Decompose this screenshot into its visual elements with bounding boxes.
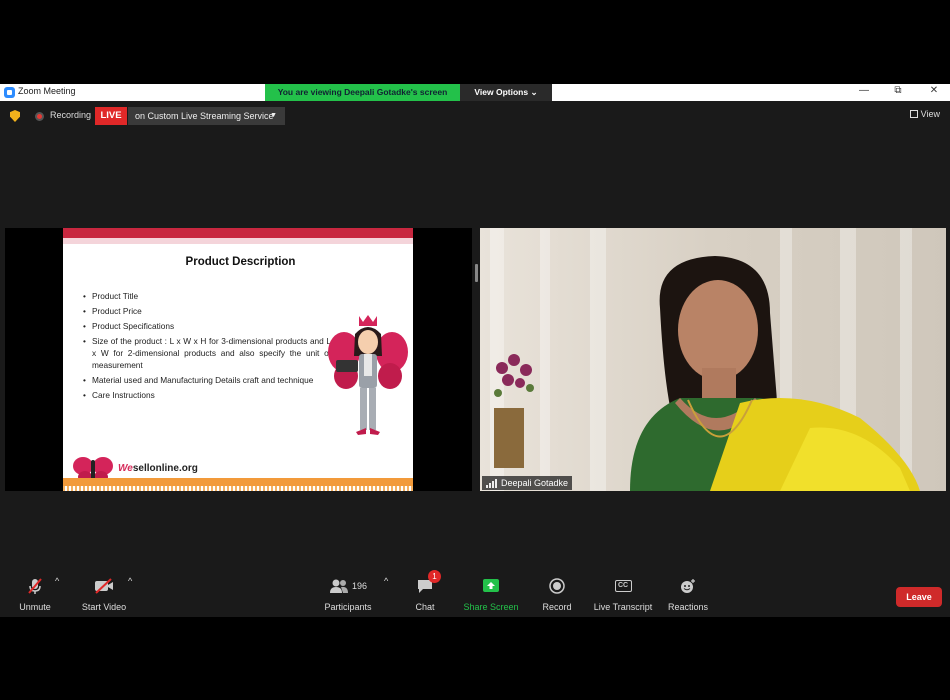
participant-video-feed (480, 228, 946, 491)
bullet-item: Product Specifications (83, 320, 331, 332)
participants-label: Participants (324, 602, 372, 612)
participant-name-label: Deepali Gotadke (482, 476, 573, 490)
website-prefix: We (118, 463, 133, 474)
closed-caption-icon: CC (614, 580, 632, 592)
cartoon-woman-illustration (328, 315, 408, 435)
reactions-smiley-icon (681, 579, 695, 593)
record-icon (549, 578, 565, 594)
participant-name: Deepali Gotadke (501, 478, 569, 488)
restore-button[interactable]: ⧉ (888, 85, 908, 96)
stream-service-label: on Custom Live Streaming Service (135, 111, 274, 121)
slide-bullet-list: Product Title Product Price Product Spec… (83, 290, 331, 404)
chat-unread-badge: 1 (428, 570, 441, 583)
view-button[interactable]: View (909, 109, 940, 119)
participants-button[interactable]: 196 Participants (322, 576, 374, 612)
unmute-button[interactable]: Unmute (12, 576, 58, 612)
window-title: Zoom Meeting (18, 86, 76, 96)
start-video-button[interactable]: Start Video (76, 576, 132, 612)
view-label: View (920, 109, 940, 119)
live-stream-dropdown[interactable]: on Custom Live Streaming Service ▼ (128, 107, 285, 125)
participants-options-chevron-icon[interactable]: ^ (384, 576, 388, 586)
title-bar: Zoom Meeting You are viewing Deepali Got… (0, 84, 950, 101)
chat-button[interactable]: 1 Chat (410, 570, 441, 612)
split-view-handle[interactable] (475, 264, 478, 282)
record-button[interactable]: Record (540, 576, 574, 612)
minimize-button[interactable]: — (854, 85, 874, 96)
recording-label: Recording (50, 110, 92, 120)
share-screen-icon (483, 579, 499, 592)
chat-label: Chat (415, 602, 435, 612)
bullet-item: Product Price (83, 305, 331, 317)
presentation-slide: Product Description Product Title Produc… (63, 228, 413, 491)
bullet-item: Product Title (83, 290, 331, 302)
bullet-item: Material used and Manufacturing Details … (83, 374, 331, 386)
gallery-view-icon (909, 110, 918, 118)
participants-icon (329, 579, 348, 593)
bullet-item: Care Instructions (83, 389, 331, 401)
video-off-icon (95, 578, 113, 594)
record-label: Record (542, 602, 572, 612)
live-badge: LIVE (95, 107, 127, 125)
reactions-button[interactable]: Reactions (666, 576, 710, 612)
leave-button[interactable]: Leave (896, 587, 942, 607)
view-options-button[interactable]: View Options ⌄ (460, 84, 552, 101)
slide-footer-stripes (63, 486, 413, 491)
muted-microphone-icon (28, 578, 42, 594)
live-transcript-button[interactable]: CC Live Transcript (590, 576, 656, 612)
slide-footer-bar (63, 478, 413, 486)
viewing-message: You are viewing Deepali Gotadke's screen (265, 84, 460, 101)
website-url: Wesellonline.org (118, 463, 198, 474)
security-shield-icon[interactable] (10, 110, 20, 122)
slide-header-strip (63, 238, 413, 244)
viewing-banner: You are viewing Deepali Gotadke's screen… (265, 84, 552, 101)
shared-screen: Product Description Product Title Produc… (5, 228, 472, 491)
reactions-label: Reactions (667, 602, 709, 612)
meeting-top-bar: Recording LIVE on Custom Live Streaming … (0, 105, 950, 127)
unmute-label: Unmute (19, 602, 51, 612)
zoom-window: Zoom Meeting You are viewing Deepali Got… (0, 84, 950, 617)
start-video-label: Start Video (81, 602, 127, 612)
participants-count: 196 (351, 581, 368, 591)
meeting-toolbar: Unmute ^ Start Video ^ 196 Participants … (0, 570, 950, 617)
bullet-item: Size of the product : L x W x H for 3-di… (83, 335, 331, 371)
participant-video-tile[interactable]: Deepali Gotadke (480, 228, 946, 491)
zoom-logo-icon (4, 87, 15, 98)
recording-icon (35, 112, 44, 121)
signal-strength-icon (486, 478, 498, 488)
slide-title: Product Description (185, 256, 296, 268)
video-options-chevron-icon[interactable]: ^ (128, 576, 132, 586)
website-suffix: sellonline.org (132, 463, 198, 474)
share-screen-button[interactable]: Share Screen (462, 576, 520, 612)
live-transcript-label: Live Transcript (593, 602, 653, 612)
audio-options-chevron-icon[interactable]: ^ (55, 576, 59, 586)
slide-header-bar (63, 228, 413, 238)
close-button[interactable]: ✕ (924, 85, 944, 96)
share-screen-label: Share Screen (463, 602, 519, 612)
caret-down-icon: ▼ (270, 112, 277, 119)
